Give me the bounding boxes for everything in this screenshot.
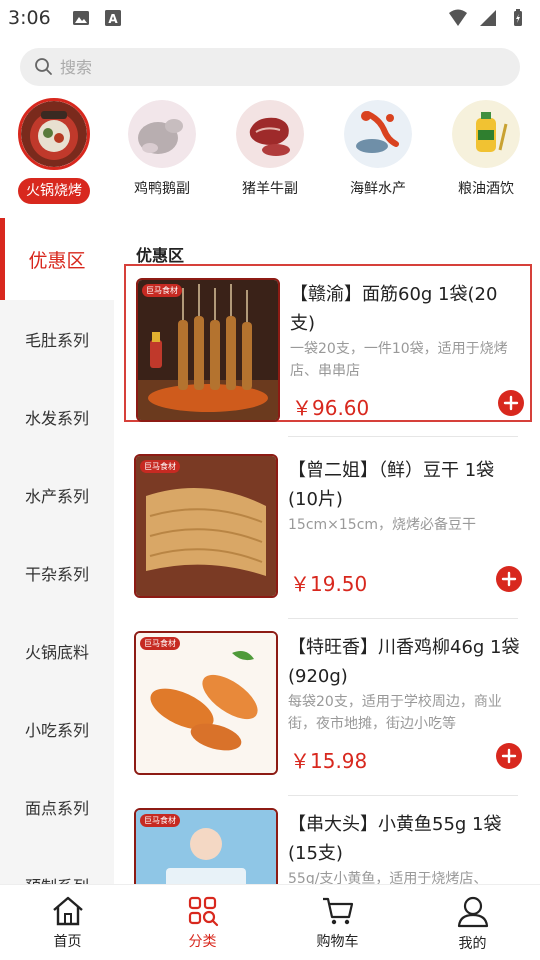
search-input[interactable] <box>60 57 460 77</box>
product-image: 巨马食材 <box>134 808 278 884</box>
sidebar-item-label: 小吃系列 <box>24 721 89 740</box>
plus-icon <box>501 748 517 764</box>
sidebar-item-label: 火锅底料 <box>24 643 89 662</box>
tab-category[interactable]: 分类 <box>135 885 270 960</box>
sidebar-item-label: 水产系列 <box>24 487 89 506</box>
cart-icon <box>322 897 353 925</box>
sidebar-item-snacks[interactable]: 小吃系列 <box>0 690 114 768</box>
product-image: 巨马食材 <box>136 278 280 422</box>
category-hotpot-bbq[interactable]: 火锅烧烤 <box>0 96 108 208</box>
product-name: 【串大头】小黄鱼55g 1袋(15支) <box>288 814 502 864</box>
category-label: 火锅烧烤 <box>18 178 90 204</box>
plus-icon <box>501 571 517 587</box>
tab-label: 首页 <box>53 934 82 950</box>
signal-icon <box>480 10 496 26</box>
sidebar-item-label: 预制系列 <box>25 873 89 884</box>
user-icon <box>457 896 488 928</box>
section-title: 优惠区 <box>136 246 185 265</box>
tab-label: 购物车 <box>316 934 359 950</box>
category-meat[interactable]: 猪羊牛副 <box>216 96 324 208</box>
brand-badge: 巨马食材 <box>142 284 182 297</box>
brand-badge: 巨马食材 <box>140 460 180 473</box>
category-label: 猪羊牛副 <box>242 181 298 197</box>
category-grid-icon <box>188 896 218 927</box>
sidebar-item-tripe[interactable]: 毛肚系列 <box>0 300 114 378</box>
sidebar-item-soaked[interactable]: 水发系列 <box>0 378 114 456</box>
product-desc: 15cm×15cm，烧烤必备豆干 <box>288 517 477 533</box>
sidebar-item-pastry[interactable]: 面点系列 <box>0 768 114 846</box>
tab-home[interactable]: 首页 <box>0 885 135 960</box>
tab-profile[interactable]: 我的 <box>405 885 540 960</box>
divider <box>288 436 518 437</box>
add-to-cart-button[interactable] <box>498 390 524 416</box>
sidebar-item-label: 水发系列 <box>24 409 89 428</box>
svg-text:A: A <box>108 12 118 26</box>
category-seafood[interactable]: 海鲜水产 <box>324 96 432 208</box>
sidebar-item-aquatic[interactable]: 水产系列 <box>0 456 114 534</box>
category-label: 粮油酒饮 <box>458 181 514 197</box>
brand-badge: 巨马食材 <box>140 637 180 650</box>
category-sidebar: 优惠区 毛肚系列 水发系列 水产系列 干杂系列 火锅底料 小吃系列 面点系列 预… <box>0 218 114 884</box>
product-name: 【特旺香】川香鸡柳46g 1袋(920g) <box>288 637 520 687</box>
sidebar-item-label: 面点系列 <box>24 799 89 818</box>
add-to-cart-button[interactable] <box>496 743 522 769</box>
product-price: ￥15.98 <box>290 749 368 773</box>
hotpot-icon <box>18 98 90 170</box>
tab-cart[interactable]: 购物车 <box>270 885 405 960</box>
product-image: 巨马食材 <box>134 631 278 775</box>
product-image: 巨马食材 <box>134 454 278 598</box>
sidebar-item-discount[interactable]: 优惠区 <box>0 218 114 300</box>
add-to-cart-button[interactable] <box>496 566 522 592</box>
sidebar-item-label: 干杂系列 <box>24 565 89 584</box>
product-price: ￥96.60 <box>292 396 370 420</box>
tab-label: 分类 <box>188 934 217 950</box>
search-icon <box>35 58 52 75</box>
category-grain-oil[interactable]: 粮油酒饮 <box>432 96 540 208</box>
product-card[interactable]: 巨马食材 【特旺香】川香鸡柳46g 1袋(920g) 每袋20支，适用于学校周边… <box>124 619 532 777</box>
sidebar-item-label: 毛肚系列 <box>24 331 89 350</box>
font-icon: A <box>104 10 121 26</box>
brand-badge: 巨马食材 <box>140 814 180 827</box>
bottom-tab-bar: 首页 分类 购物车 我的 <box>0 884 540 960</box>
status-time: 3:06 <box>8 7 51 29</box>
image-icon <box>72 11 89 25</box>
meat-icon <box>236 100 304 168</box>
product-list: 优惠区 巨马食材 【赣渝】面筋60g 1袋(20支) 一袋20支，一件10袋，适… <box>114 218 540 884</box>
product-name: 【赣渝】面筋60g 1袋(20支) <box>290 284 498 334</box>
product-desc: 一袋20支，一件10袋，适用于烧烤店、串串店 <box>290 341 508 379</box>
sidebar-item-label: 优惠区 <box>28 249 86 272</box>
status-bar: 3:06 A <box>0 0 540 36</box>
plus-icon <box>503 395 519 411</box>
product-price: ￥19.50 <box>290 572 368 596</box>
poultry-icon <box>128 100 196 168</box>
home-icon <box>52 896 83 926</box>
category-row: 火锅烧烤 鸡鸭鹅副 猪羊牛副 海鲜水产 粮油酒饮 <box>0 96 540 208</box>
oil-icon <box>452 100 520 168</box>
sidebar-item-prepared[interactable]: 预制系列 <box>0 846 114 884</box>
seafood-icon <box>344 100 412 168</box>
product-card[interactable]: 巨马食材 【赣渝】面筋60g 1袋(20支) 一袋20支，一件10袋，适用于烧烤… <box>124 264 532 422</box>
wifi-icon <box>449 9 467 26</box>
product-desc: 55g/支小黄鱼，适用于烧烤店、 <box>288 871 488 884</box>
divider <box>288 618 518 619</box>
sidebar-item-dried[interactable]: 干杂系列 <box>0 534 114 612</box>
search-bar[interactable] <box>20 48 520 86</box>
category-label: 海鲜水产 <box>350 181 406 197</box>
divider <box>288 795 518 796</box>
product-desc: 每袋20支，适用于学校周边，商业街，夜市地摊，街边小吃等 <box>288 694 502 732</box>
product-card[interactable]: 巨马食材 【曾二姐】（鲜）豆干 1袋(10片) 15cm×15cm，烧烤必备豆干… <box>124 442 532 600</box>
category-poultry[interactable]: 鸡鸭鹅副 <box>108 96 216 208</box>
category-label: 鸡鸭鹅副 <box>134 181 190 197</box>
battery-icon <box>514 9 522 26</box>
sidebar-item-hotpot-base[interactable]: 火锅底料 <box>0 612 114 690</box>
product-name: 【曾二姐】（鲜）豆干 1袋(10片) <box>288 460 495 510</box>
product-card[interactable]: 巨马食材 【串大头】小黄鱼55g 1袋(15支) 55g/支小黄鱼，适用于烧烤店… <box>124 796 532 884</box>
tab-label: 我的 <box>458 936 487 952</box>
